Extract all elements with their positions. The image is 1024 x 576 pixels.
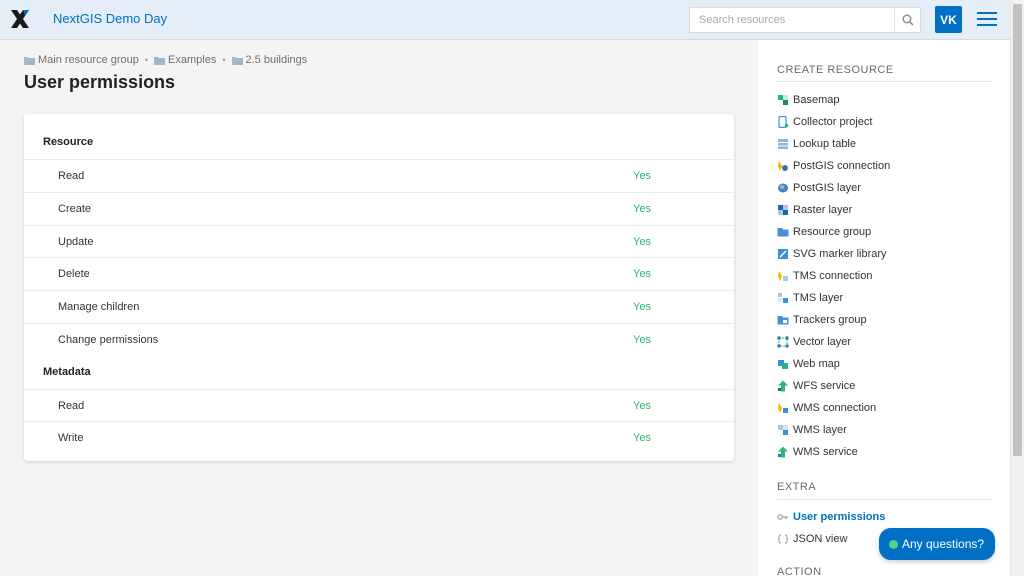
wms-service-icon <box>778 446 788 458</box>
permission-name: Read <box>58 170 85 182</box>
permission-value: Yes <box>633 432 651 444</box>
scrollbar-thumb[interactable] <box>1013 4 1022 456</box>
permission-value: Yes <box>633 301 651 313</box>
right-sidebar: CREATE RESOURCE Basemap Collector projec… <box>758 40 1010 576</box>
section-header: Metadata <box>43 366 91 378</box>
permission-row: Change permissions Yes <box>24 323 734 356</box>
permission-name: Update <box>58 236 94 248</box>
sidebar-item-postgis-connection[interactable]: PostGIS connection <box>777 157 890 175</box>
sidebar-item-resource-group[interactable]: Resource group <box>777 223 871 241</box>
sidebar-item-tms-layer[interactable]: TMS layer <box>777 289 843 307</box>
wms-layer-icon <box>778 425 788 435</box>
folder-icon <box>24 56 35 65</box>
extra-heading: EXTRA <box>777 481 817 493</box>
permission-name: Delete <box>58 268 90 280</box>
breadcrumb-separator: • <box>144 55 149 65</box>
sidebar-item-tms-connection[interactable]: TMS connection <box>777 267 872 285</box>
app-title[interactable]: NextGIS Demo Day <box>53 11 167 26</box>
postgis-layer-icon <box>778 183 788 193</box>
page-title: User permissions <box>24 72 176 92</box>
sidebar-item-user-permissions[interactable]: User permissions <box>777 508 885 526</box>
permission-row: Update Yes <box>24 225 734 258</box>
folder-icon <box>154 56 166 65</box>
sidebar-item-wms-layer[interactable]: WMS layer <box>777 421 847 439</box>
action-heading: ACTION <box>777 566 822 576</box>
permission-row: Read Yes <box>24 389 734 422</box>
search-button[interactable] <box>894 8 920 32</box>
svg-marker-library-icon <box>778 249 788 259</box>
permission-row: Read Yes <box>24 159 734 192</box>
vector-layer-icon <box>777 336 789 348</box>
raster-layer-icon <box>778 205 788 215</box>
hamburger-menu-icon[interactable] <box>977 11 997 27</box>
breadcrumb-separator: • <box>222 55 226 65</box>
sidebar-item-basemap[interactable]: Basemap <box>777 91 839 109</box>
folder-icon <box>777 228 789 237</box>
create-resource-heading: CREATE RESOURCE <box>777 64 894 76</box>
permission-row: Write Yes <box>24 421 734 454</box>
sidebar-item-vector-layer[interactable]: Vector layer <box>777 333 851 351</box>
sidebar-item-wms-service[interactable]: WMS service <box>777 443 858 461</box>
web-map-icon <box>778 360 788 369</box>
sidebar-item-lookup-table[interactable]: Lookup table <box>777 135 856 153</box>
sidebar-item-raster-layer[interactable]: Raster layer <box>777 201 852 219</box>
trackers-group-icon <box>777 316 789 325</box>
search-input[interactable] <box>690 8 895 32</box>
folder-icon <box>231 56 243 65</box>
divider <box>777 499 992 500</box>
sidebar-item-trackers-group[interactable]: Trackers group <box>777 311 867 329</box>
divider <box>777 81 992 82</box>
lookup-table-icon <box>778 139 788 149</box>
permission-value: Yes <box>633 400 651 412</box>
permission-value: Yes <box>633 268 651 280</box>
permission-value: Yes <box>633 170 651 182</box>
any-questions-button[interactable]: Any questions? <box>879 528 995 560</box>
basemap-icon <box>778 95 788 105</box>
top-header: NextGIS Demo Day VK <box>0 0 1010 40</box>
search-box <box>689 7 921 33</box>
wms-connection-icon <box>778 403 788 413</box>
sidebar-item-svg-marker-library[interactable]: SVG marker library <box>777 245 887 263</box>
online-status-icon <box>889 539 898 549</box>
breadcrumb: Main resource group • Examples • 2.5 bui… <box>24 54 307 66</box>
sidebar-item-json-view[interactable]: JSON view <box>777 530 847 548</box>
permission-name: Change permissions <box>58 334 159 346</box>
permission-row: Create Yes <box>24 192 734 225</box>
user-avatar[interactable]: VK <box>935 6 962 33</box>
braces-icon <box>777 534 789 544</box>
search-icon <box>902 14 914 26</box>
wfs-service-icon <box>778 380 788 392</box>
permission-value: Yes <box>633 203 651 215</box>
section-header: Resource <box>43 136 94 148</box>
sidebar-item-wfs-service[interactable]: WFS service <box>777 377 855 395</box>
permission-name: Manage children <box>58 301 140 313</box>
tms-connection-icon <box>778 271 788 281</box>
breadcrumb-item[interactable]: 2.5 buildings <box>231 54 307 66</box>
permissions-table: Resource Read Yes Create Yes Update Yes Del… <box>24 114 734 461</box>
permission-row: Delete Yes <box>24 257 734 290</box>
sidebar-item-collector-project[interactable]: Collector project <box>777 113 872 131</box>
sidebar-item-wms-connection[interactable]: WMS connection <box>777 399 876 417</box>
permission-value: Yes <box>633 334 651 346</box>
key-icon <box>777 514 788 520</box>
postgis-connection-icon <box>778 161 788 171</box>
breadcrumb-item[interactable]: Examples <box>154 54 216 66</box>
nextgis-logo-icon[interactable] <box>10 9 30 29</box>
page-scrollbar[interactable] <box>1010 0 1024 576</box>
sidebar-item-web-map[interactable]: Web map <box>777 355 840 373</box>
permission-value: Yes <box>633 236 651 248</box>
sidebar-item-postgis-layer[interactable]: PostGIS layer <box>777 179 861 197</box>
breadcrumb-item[interactable]: Main resource group <box>24 54 139 66</box>
permission-name: Create <box>58 203 92 215</box>
permission-name: Read <box>58 400 85 412</box>
collector-project-icon <box>778 116 789 128</box>
permission-name: Write <box>58 432 84 444</box>
tms-layer-icon <box>778 293 788 303</box>
permission-row: Manage children Yes <box>24 290 734 323</box>
